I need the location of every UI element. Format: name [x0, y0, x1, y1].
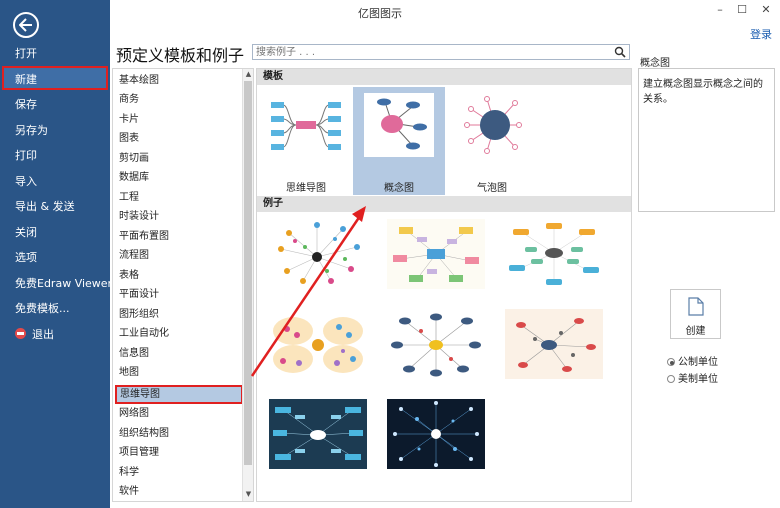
category-item[interactable]: 流程图 [113, 246, 241, 265]
template-label: 思维导图 [286, 183, 326, 194]
radio-label: 美制单位 [678, 374, 718, 385]
category-item[interactable]: 软件 [113, 482, 241, 501]
example-thumbnail[interactable] [505, 219, 603, 289]
category-item[interactable]: 时装设计 [113, 207, 241, 226]
category-item[interactable]: 平面布置图 [113, 227, 241, 246]
example-thumbnail[interactable] [269, 219, 367, 289]
category-item-mind-map[interactable]: 思维导图 [115, 385, 243, 404]
category-item[interactable]: 表格 [113, 266, 241, 285]
category-item[interactable]: 组织结构图 [113, 424, 241, 443]
template-bubble-chart[interactable]: 气泡图 [446, 87, 538, 195]
examples-section-header: 例子 [257, 196, 631, 212]
category-item[interactable]: 剪切画 [113, 149, 241, 168]
radio-dot [667, 358, 675, 366]
category-item[interactable]: 基本绘图 [113, 71, 241, 90]
sidebar-item-free-templates[interactable]: 免费模板... [0, 297, 110, 321]
example-thumbnail[interactable] [269, 399, 367, 469]
search-icon[interactable] [614, 46, 626, 61]
example-thumbnail[interactable] [269, 309, 367, 379]
example-thumbnail[interactable] [387, 219, 485, 289]
sidebar-item-save-as[interactable]: 另存为 [0, 119, 110, 143]
sidebar-item-print[interactable]: 打印 [0, 144, 110, 168]
templates-section-header: 模板 [257, 69, 631, 85]
category-item[interactable]: 卡片 [113, 110, 241, 129]
category-item[interactable]: 信息图 [113, 344, 241, 363]
mind-map-thumbnail [271, 102, 341, 150]
example-thumbnail[interactable] [505, 309, 603, 379]
radio-label: 公制单位 [678, 357, 718, 368]
category-item[interactable]: 科学 [113, 463, 241, 482]
category-item[interactable]: 图表 [113, 129, 241, 148]
exit-icon [15, 328, 26, 339]
category-item[interactable]: 地图 [113, 363, 241, 382]
sidebar-item-exit-label: 退出 [32, 328, 54, 341]
template-label: 概念图 [384, 183, 414, 194]
example-thumbnail[interactable] [387, 399, 485, 469]
sidebar-item-options[interactable]: 选项 [0, 246, 110, 270]
sidebar-item-close[interactable]: 关闭 [0, 221, 110, 245]
category-list: 基本绘图 商务 卡片 图表 剪切画 数据库 工程 时装设计 平面布置图 流程图 … [112, 68, 254, 502]
template-gallery: 模板 思维导图 概念图 气泡图 例子 [256, 68, 632, 502]
category-item[interactable]: 平面设计 [113, 285, 241, 304]
example-thumbnail[interactable] [387, 309, 485, 379]
title-bar: 亿图图示 – ☐ ✕ [110, 0, 780, 22]
category-item[interactable]: 商务 [113, 90, 241, 109]
sidebar-item-open[interactable]: 打开 [0, 42, 110, 66]
sidebar-item-exit[interactable]: 退出 [0, 323, 110, 347]
create-button-label: 创建 [685, 326, 706, 337]
scroll-up-icon[interactable]: ▲ [244, 70, 253, 79]
category-item[interactable]: 网络图 [113, 404, 241, 423]
category-item[interactable]: 工业自动化 [113, 324, 241, 343]
category-item[interactable]: 工程 [113, 188, 241, 207]
category-item[interactable]: 项目管理 [113, 443, 241, 462]
concept-map-thumbnail [364, 93, 434, 157]
search-box [252, 44, 630, 60]
detail-description: 建立概念图显示概念之间的关系。 [638, 68, 775, 212]
scroll-thumb[interactable] [244, 81, 252, 465]
sidebar-item-export-send[interactable]: 导出 & 发送 [0, 195, 110, 219]
sidebar-item-free-viewer[interactable]: 免费Edraw Viewer [0, 272, 112, 296]
maximize-icon[interactable]: ☐ [732, 2, 752, 18]
template-concept-map[interactable]: 概念图 [353, 87, 445, 195]
bubble-chart-thumbnail [464, 96, 522, 154]
template-label: 气泡图 [477, 183, 507, 194]
new-document-icon [688, 297, 704, 316]
login-link[interactable]: 登录 [750, 26, 772, 42]
close-icon[interactable]: ✕ [756, 2, 776, 18]
backstage-sidebar: 打开 新建 保存 另存为 打印 导入 导出 & 发送 关闭 选项 免费Edraw… [0, 0, 112, 508]
category-scrollbar[interactable]: ▲ ▼ [242, 69, 253, 501]
scroll-down-icon[interactable]: ▼ [244, 490, 253, 499]
category-item[interactable]: 图形组织 [113, 305, 241, 324]
radio-us-units[interactable]: 美制单位 [667, 370, 718, 385]
sidebar-item-save[interactable]: 保存 [0, 93, 110, 117]
radio-metric-units[interactable]: 公制单位 [667, 353, 718, 368]
radio-dot [667, 375, 675, 383]
sidebar-item-new[interactable]: 新建 [2, 66, 108, 90]
app-title: 亿图图示 [358, 7, 402, 20]
search-input[interactable] [253, 45, 609, 59]
category-item[interactable]: 数据库 [113, 168, 241, 187]
minimize-icon[interactable]: – [710, 2, 730, 18]
sidebar-item-import[interactable]: 导入 [0, 170, 110, 194]
template-mind-map[interactable]: 思维导图 [260, 87, 352, 195]
back-arrow-icon[interactable] [13, 12, 39, 38]
page-title: 预定义模板和例子 [116, 46, 245, 65]
detail-title: 概念图 [640, 58, 670, 69]
